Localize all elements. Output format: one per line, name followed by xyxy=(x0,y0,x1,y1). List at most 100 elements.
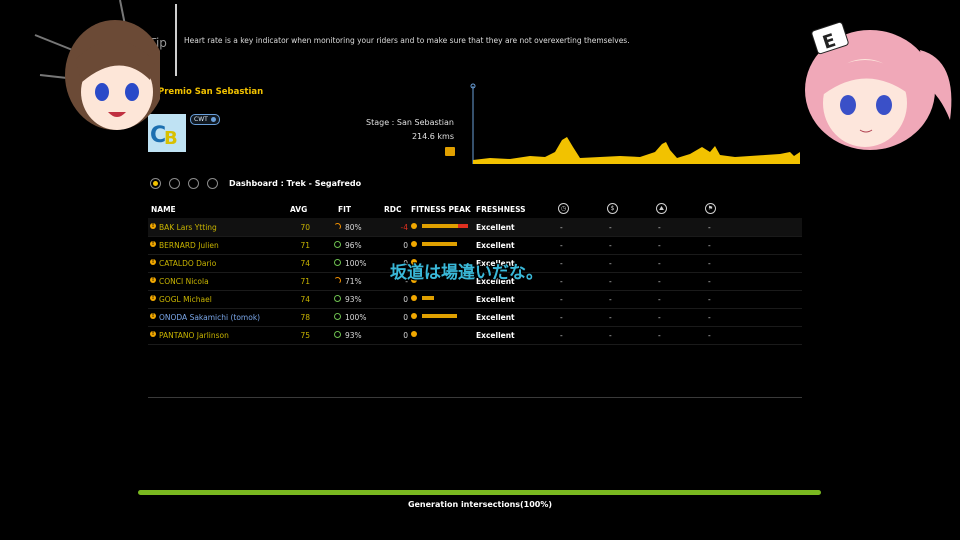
generation-progress-bar xyxy=(138,490,821,495)
fit-ring-icon xyxy=(334,259,341,266)
column-header-rdc[interactable]: RDC xyxy=(384,205,402,214)
rider-stat-c3: - xyxy=(658,223,661,232)
column-header-freshness[interactable]: FRESHNESS xyxy=(476,205,526,214)
rider-avg: 78 xyxy=(300,313,310,322)
rider-stat-c3: - xyxy=(658,295,661,304)
fit-ring-icon xyxy=(334,313,341,320)
clock-icon[interactable]: ◷ xyxy=(558,203,569,214)
race-title: n Premio San Sebastian xyxy=(149,87,264,97)
status-warning-icon: ! xyxy=(150,277,156,283)
rider-avg: 74 xyxy=(300,295,310,304)
table-row[interactable]: ! GOGL Michael 74 93% 0 Excellent - - - - xyxy=(148,290,802,309)
table-row[interactable]: ! PANTANO Jarlinson 75 93% 0 Excellent - - - - xyxy=(148,326,802,345)
rider-name[interactable]: GOGL Michael xyxy=(159,295,212,304)
rider-stat-c3: - xyxy=(658,277,661,286)
rider-stat-c4: - xyxy=(708,295,711,304)
view-option-4[interactable] xyxy=(207,178,218,189)
table-row[interactable]: ! BAK Lars Ytting 70 80% -4 Excellent - - - - xyxy=(148,218,802,237)
rider-fit: 96% xyxy=(345,241,362,250)
table-row[interactable]: ! BERNARD Julien 71 96% 0 Excellent - - - - xyxy=(148,236,802,255)
view-option-3[interactable] xyxy=(188,178,199,189)
rider-avg: 71 xyxy=(300,277,310,286)
status-warning-icon: ! xyxy=(150,259,156,265)
status-warning-icon: ! xyxy=(150,241,156,247)
view-option-2[interactable] xyxy=(169,178,180,189)
jersey-icon xyxy=(445,147,455,156)
fit-ring-icon xyxy=(334,277,341,284)
fitness-peak-bar xyxy=(422,224,458,228)
generation-status: Generation intersections(100%) xyxy=(407,500,553,509)
rider-stat-c2: - xyxy=(609,331,612,340)
rider-freshness: Excellent xyxy=(476,223,515,232)
fit-ring-icon xyxy=(334,331,341,338)
mountain-icon[interactable]: ⛰ xyxy=(656,203,667,214)
rider-stat-c2: - xyxy=(609,313,612,322)
column-header-fit[interactable]: FIT xyxy=(338,205,351,214)
status-warning-icon: ! xyxy=(150,223,156,229)
rider-name[interactable]: PANTANO Jarlinson xyxy=(159,331,229,340)
rdc-indicator-icon xyxy=(411,223,417,229)
fit-ring-icon xyxy=(334,241,341,248)
fit-ring-icon xyxy=(334,223,341,230)
dollar-icon[interactable]: $ xyxy=(607,203,618,214)
fitness-peak-bar xyxy=(422,242,457,246)
rider-stat-c2: - xyxy=(609,259,612,268)
status-warning-icon: ! xyxy=(150,313,156,319)
rdc-indicator-icon xyxy=(411,331,417,337)
column-header-fitness-peak[interactable]: FITNESS PEAK xyxy=(411,205,471,214)
rdc-indicator-icon xyxy=(411,241,417,247)
status-warning-icon: ! xyxy=(150,295,156,301)
rdc-indicator-icon xyxy=(411,295,417,301)
rider-stat-c1: - xyxy=(560,277,563,286)
status-warning-icon: ! xyxy=(150,331,156,337)
rdc-indicator-icon xyxy=(411,313,417,319)
rider-freshness: Excellent xyxy=(476,241,515,250)
stage-distance: 214.6 kms xyxy=(411,132,454,141)
rider-stat-c1: - xyxy=(560,259,563,268)
rider-freshness: Excellent xyxy=(476,295,515,304)
rider-stat-c1: - xyxy=(560,241,563,250)
rider-name[interactable]: ONODA Sakamichi (tomok) xyxy=(159,313,260,322)
rider-stat-c4: - xyxy=(708,223,711,232)
rider-fit: 71% xyxy=(345,277,362,286)
fitness-peak-overload-bar xyxy=(458,224,468,228)
race-category-badge: CWT xyxy=(190,114,220,125)
stage-name: Stage : San Sebastian xyxy=(366,118,454,127)
fit-ring-icon xyxy=(334,295,341,302)
stage-profile-chart xyxy=(470,83,800,164)
rider-stat-c3: - xyxy=(658,313,661,322)
rider-freshness: Excellent xyxy=(476,313,515,322)
rider-stat-c2: - xyxy=(609,223,612,232)
rider-stat-c4: - xyxy=(708,277,711,286)
rider-avg: 71 xyxy=(300,241,310,250)
right-character-avatar: E xyxy=(805,21,952,150)
flag-icon[interactable]: ⚑ xyxy=(705,203,716,214)
table-divider xyxy=(148,397,802,398)
column-header-name[interactable]: NAME xyxy=(151,205,176,214)
rider-stat-c4: - xyxy=(708,313,711,322)
rider-rdc: -4 xyxy=(400,223,408,232)
rider-name[interactable]: CATALDO Dario xyxy=(159,259,216,268)
rider-fit: 80% xyxy=(345,223,362,232)
column-header-avg[interactable]: AVG xyxy=(290,205,307,214)
rider-fit: 100% xyxy=(345,259,367,268)
tip-divider xyxy=(175,4,177,76)
rider-name[interactable]: BAK Lars Ytting xyxy=(159,223,217,232)
rider-name[interactable]: CONCI Nicola xyxy=(159,277,209,286)
subtitle-caption: 坂道は場違いだな。 xyxy=(390,263,543,283)
fitness-peak-bar xyxy=(422,296,434,300)
rider-rdc: 0 xyxy=(403,313,408,322)
rider-fit: 93% xyxy=(345,295,362,304)
rider-stat-c3: - xyxy=(658,259,661,268)
rider-name[interactable]: BERNARD Julien xyxy=(159,241,219,250)
svg-text:B: B xyxy=(164,128,178,149)
rider-freshness: Excellent xyxy=(476,331,515,340)
rider-stat-c1: - xyxy=(560,223,563,232)
view-option-1[interactable] xyxy=(150,178,161,189)
rider-stat-c1: - xyxy=(560,313,563,322)
dashboard-title: Dashboard : Trek - Segafredo xyxy=(229,179,362,188)
left-character-avatar xyxy=(34,0,160,130)
table-row[interactable]: ! ONODA Sakamichi (tomok) 78 100% 0 Excellent… xyxy=(148,308,802,327)
rider-stat-c2: - xyxy=(609,295,612,304)
rider-fit: 100% xyxy=(345,313,367,322)
